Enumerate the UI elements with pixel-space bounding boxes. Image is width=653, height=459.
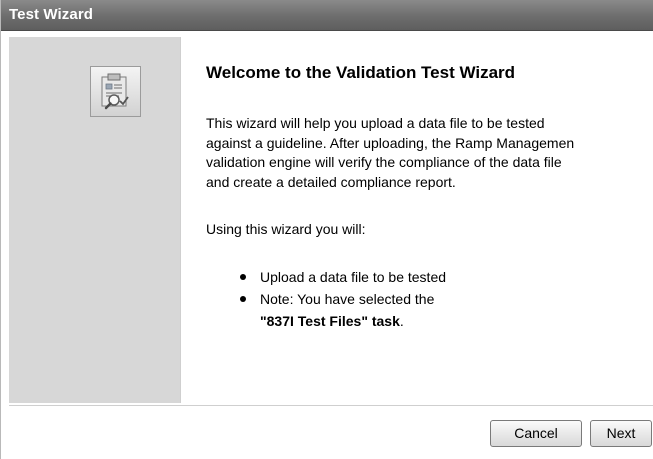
bullet-icon	[240, 296, 246, 302]
using-wizard-text: Using this wizard you will:	[206, 221, 366, 237]
cancel-button[interactable]: Cancel	[490, 420, 582, 447]
title-bar: Test Wizard	[1, 0, 653, 31]
wizard-content: Welcome to the Validation Test Wizard Th…	[206, 37, 653, 403]
window-title: Test Wizard	[9, 6, 94, 23]
list-item: Upload a data file to be tested	[240, 267, 446, 287]
intro-line: validation engine will verify the compli…	[206, 154, 562, 170]
test-wizard-window: Test Wizard Welcome to the Validation Te…	[0, 0, 653, 459]
selected-task-suffix: .	[399, 313, 404, 329]
selected-task-name: "837I Test Files" task	[260, 313, 400, 329]
intro-line: This wizard will help you upload a data …	[206, 115, 545, 131]
intro-line: against a guideline. After uploading, th…	[206, 134, 575, 151]
intro-paragraph: This wizard will help you upload a data …	[206, 114, 653, 192]
intro-line: and create a detailed compliance report.	[206, 173, 456, 190]
side-panel	[9, 37, 181, 403]
next-button[interactable]: Next	[590, 420, 652, 447]
wizard-clipboard-icon	[90, 66, 141, 117]
steps-list: Upload a data file to be tested Note: Yo…	[240, 267, 446, 333]
list-item-text: Upload a data file to be tested	[260, 269, 447, 285]
bullet-icon	[240, 274, 246, 280]
list-item-text: Note: You have selected the	[260, 291, 435, 307]
wizard-heading: Welcome to the Validation Test Wizard	[206, 63, 516, 82]
list-item: Note: You have selected the "837I Test F…	[240, 289, 446, 331]
footer-divider	[9, 405, 653, 406]
selected-task-line: "837I Test Files" task.	[260, 311, 446, 331]
